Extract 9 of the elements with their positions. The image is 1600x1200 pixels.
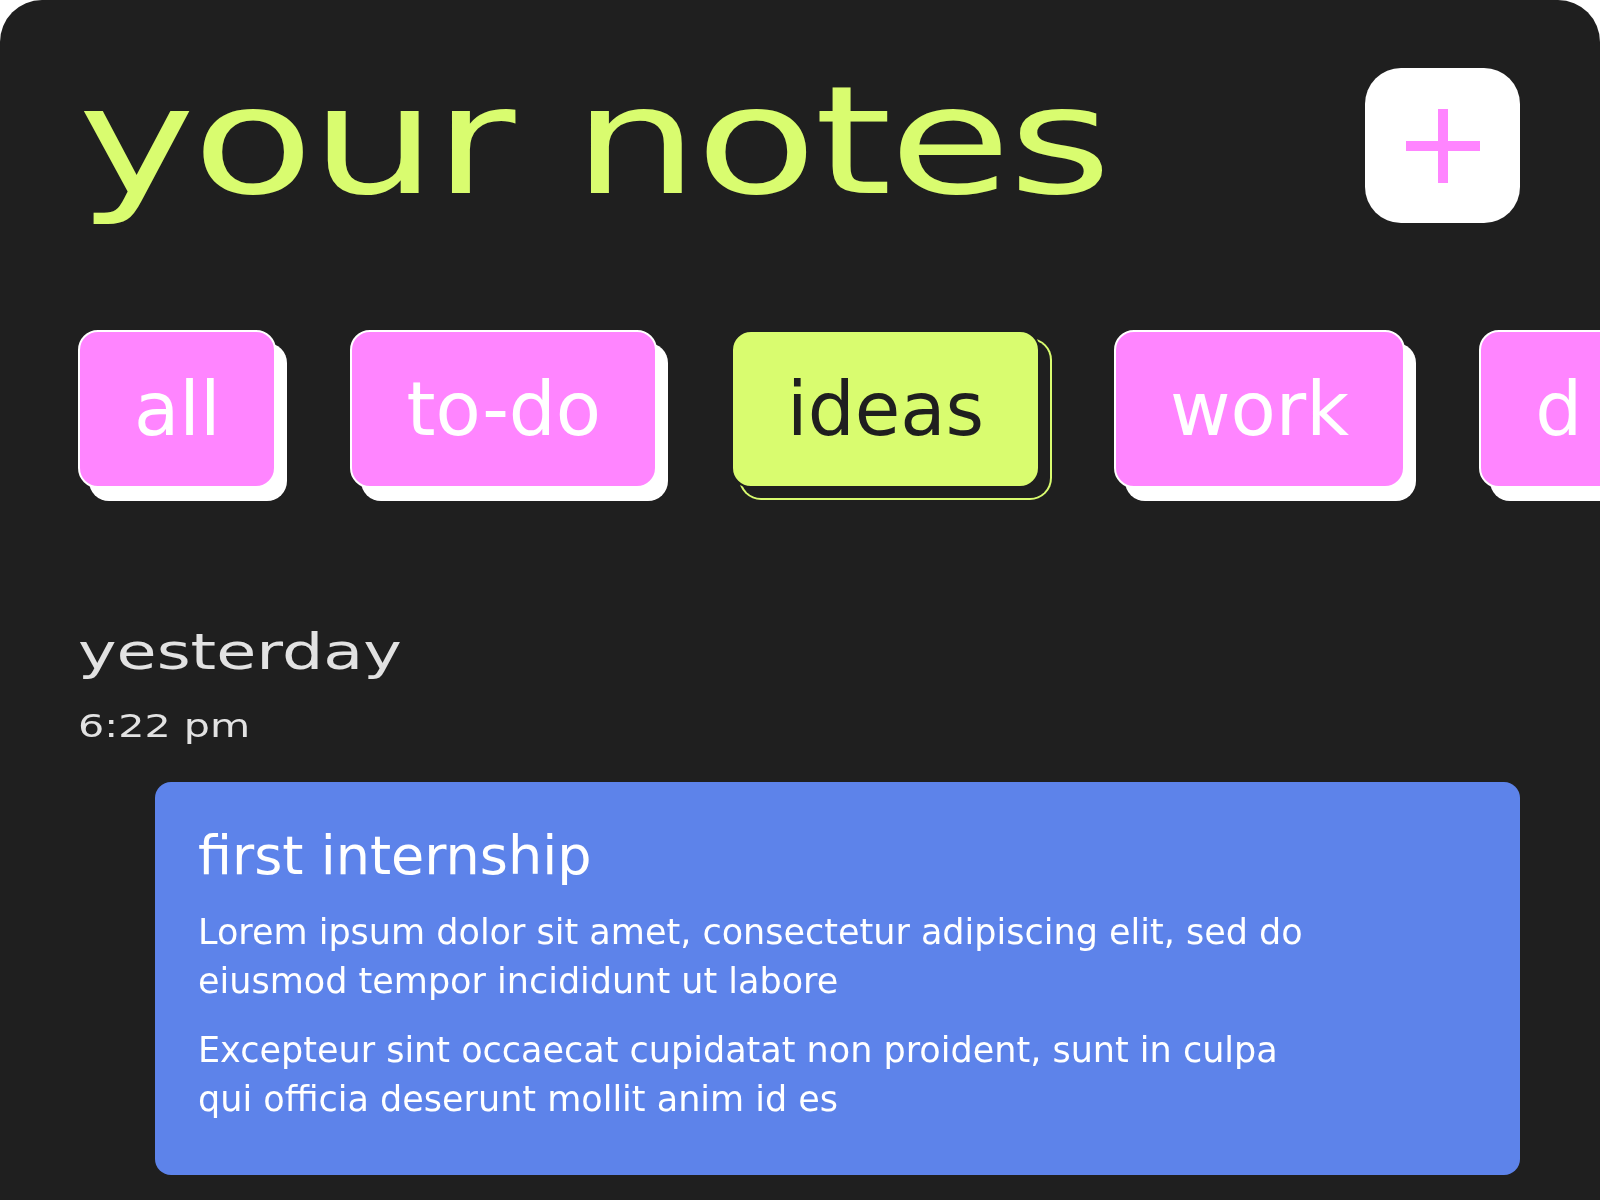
plus-icon <box>1405 108 1480 183</box>
note-card[interactable] <box>155 781 1520 1175</box>
note-title: first internship <box>198 824 593 887</box>
add-button[interactable] <box>1365 68 1520 223</box>
note-paragraph: Excepteur sint occaecat cupidatat non proident, sunt in culpa qui officia deserunt mollit anim id es <box>198 1028 1279 1121</box>
note-time: 6:22 pm <box>78 709 251 742</box>
page-title: your notes <box>78 53 1109 230</box>
day-heading: yesterday <box>78 627 402 677</box>
note-paragraph: Lorem ipsum dolor sit amet, consectetur adipiscing elit, sed do eiusmod tempor incididunt ut labore <box>198 910 1304 1003</box>
